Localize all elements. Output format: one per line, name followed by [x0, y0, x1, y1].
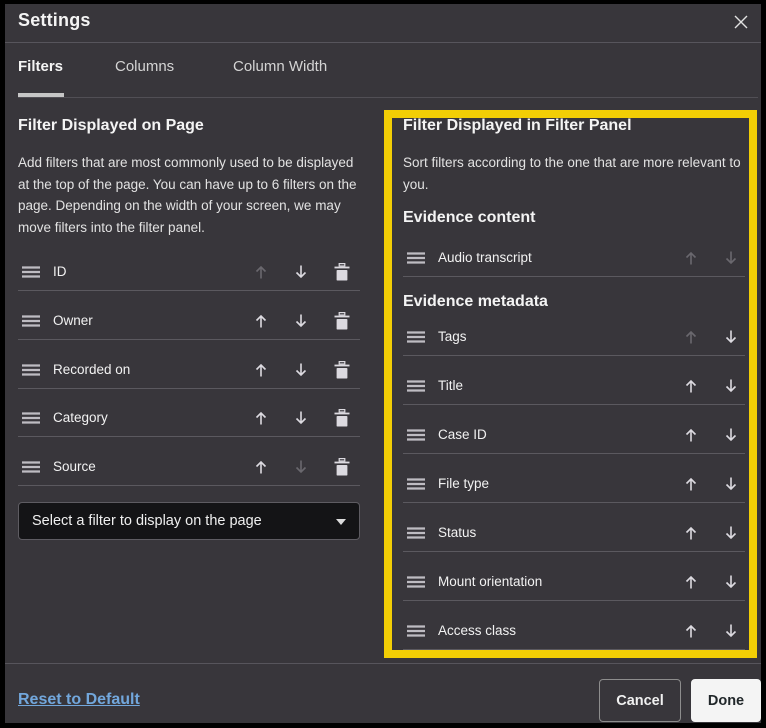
filter-row-label: Owner	[53, 301, 93, 340]
move-up-icon[interactable]	[248, 308, 273, 333]
filter-row-label: Category	[53, 398, 108, 437]
left-panel-heading: Filter Displayed on Page	[18, 117, 204, 135]
move-up-icon[interactable]	[678, 520, 703, 545]
filter-row: Audio transcript	[403, 238, 745, 277]
filter-row-label: Audio transcript	[438, 238, 532, 277]
cancel-button[interactable]: Cancel	[599, 679, 681, 722]
move-up-icon[interactable]	[678, 618, 703, 643]
filter-row-label: Recorded on	[53, 350, 130, 389]
move-down-icon[interactable]	[718, 569, 743, 594]
move-up-icon[interactable]	[248, 405, 273, 430]
filter-row: Recorded on	[18, 350, 360, 389]
drag-handle-icon[interactable]	[403, 618, 429, 643]
add-filter-dropdown[interactable]: Select a filter to display on the page	[18, 502, 360, 540]
tab-column-width[interactable]: Column Width	[233, 58, 327, 75]
section-heading-evidence-metadata: Evidence metadata	[403, 293, 548, 311]
chevron-down-icon	[336, 519, 346, 525]
delete-icon[interactable]	[329, 454, 354, 479]
filter-row: Tags	[403, 317, 745, 356]
move-down-icon[interactable]	[718, 324, 743, 349]
move-up-icon[interactable]	[678, 245, 703, 270]
right-panel-description: Sort filters according to the one that a…	[403, 152, 749, 195]
filter-row: Title	[403, 366, 745, 405]
move-down-icon[interactable]	[718, 245, 743, 270]
move-down-icon[interactable]	[288, 405, 313, 430]
filter-row: Access class	[403, 611, 745, 650]
filter-row: Owner	[18, 301, 360, 340]
header-divider	[5, 42, 761, 43]
move-down-icon[interactable]	[718, 520, 743, 545]
delete-icon[interactable]	[329, 259, 354, 284]
drag-handle-icon[interactable]	[403, 569, 429, 594]
move-down-icon[interactable]	[288, 454, 313, 479]
filter-row-label: File type	[438, 464, 489, 503]
close-icon[interactable]	[724, 5, 758, 39]
done-button[interactable]: Done	[691, 679, 761, 722]
drag-handle-icon[interactable]	[18, 259, 44, 284]
filter-row-label: Title	[438, 366, 463, 405]
dialog-title: Settings	[18, 10, 91, 31]
move-down-icon[interactable]	[288, 308, 313, 333]
filter-row: Source	[18, 447, 360, 486]
delete-icon[interactable]	[329, 357, 354, 382]
dropdown-placeholder: Select a filter to display on the page	[32, 513, 262, 529]
move-up-icon[interactable]	[678, 471, 703, 496]
drag-handle-icon[interactable]	[403, 520, 429, 545]
drag-handle-icon[interactable]	[18, 308, 44, 333]
settings-dialog: Settings Filters Columns Column Width Fi…	[5, 4, 761, 723]
filter-row-label: Access class	[438, 611, 516, 650]
section-heading-evidence-content: Evidence content	[403, 209, 535, 227]
drag-handle-icon[interactable]	[403, 422, 429, 447]
move-up-icon[interactable]	[678, 569, 703, 594]
filter-row-label: ID	[53, 252, 67, 291]
drag-handle-icon[interactable]	[18, 357, 44, 382]
move-down-icon[interactable]	[718, 471, 743, 496]
filter-row-label: Source	[53, 447, 96, 486]
move-down-icon[interactable]	[288, 259, 313, 284]
drag-handle-icon[interactable]	[18, 405, 44, 430]
filter-row: Status	[403, 513, 745, 552]
drag-handle-icon[interactable]	[18, 454, 44, 479]
move-down-icon[interactable]	[718, 373, 743, 398]
move-up-icon[interactable]	[678, 324, 703, 349]
move-up-icon[interactable]	[248, 357, 273, 382]
drag-handle-icon[interactable]	[403, 324, 429, 349]
drag-handle-icon[interactable]	[403, 245, 429, 270]
filter-row: Case ID	[403, 415, 745, 454]
filter-row-label: Status	[438, 513, 476, 552]
delete-icon[interactable]	[329, 405, 354, 430]
filter-row: Category	[18, 398, 360, 437]
filter-row-label: Case ID	[438, 415, 487, 454]
filter-row: ID	[18, 252, 360, 291]
reset-to-default-link[interactable]: Reset to Default	[18, 691, 140, 709]
move-down-icon[interactable]	[718, 618, 743, 643]
move-down-icon[interactable]	[718, 422, 743, 447]
move-up-icon[interactable]	[248, 454, 273, 479]
move-up-icon[interactable]	[248, 259, 273, 284]
tab-filters[interactable]: Filters	[18, 58, 63, 75]
left-panel-description: Add filters that are most commonly used …	[18, 152, 362, 238]
right-panel-heading: Filter Displayed in Filter Panel	[403, 117, 632, 135]
filter-row-label: Mount orientation	[438, 562, 542, 601]
delete-icon[interactable]	[329, 308, 354, 333]
move-down-icon[interactable]	[288, 357, 313, 382]
tab-columns[interactable]: Columns	[115, 58, 174, 75]
filter-row: Mount orientation	[403, 562, 745, 601]
filter-row-label: Tags	[438, 317, 467, 356]
tab-baseline	[18, 97, 758, 98]
move-up-icon[interactable]	[678, 422, 703, 447]
settings-modal-frame: Settings Filters Columns Column Width Fi…	[0, 0, 766, 728]
drag-handle-icon[interactable]	[403, 373, 429, 398]
drag-handle-icon[interactable]	[403, 471, 429, 496]
filter-row: File type	[403, 464, 745, 503]
move-up-icon[interactable]	[678, 373, 703, 398]
footer-divider	[5, 663, 761, 664]
